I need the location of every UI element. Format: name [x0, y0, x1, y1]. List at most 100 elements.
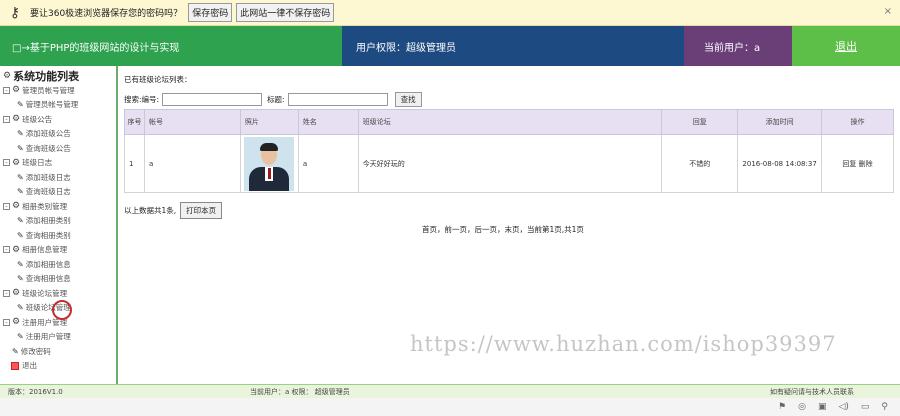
pencil-icon: ✎: [12, 346, 19, 356]
sidebar-item-label: 添加班级日志: [25, 172, 71, 182]
col-action: 操作: [821, 109, 894, 135]
gear-icon: ⚙: [3, 70, 12, 81]
sidebar-item[interactable]: ✎ 查询班级公告: [3, 141, 116, 156]
pencil-icon: ✎: [17, 259, 24, 269]
sidebar-item-label: 添加相册类别: [25, 216, 71, 226]
id-input[interactable]: [162, 93, 263, 106]
col-photo: 照片: [239, 109, 299, 135]
sidebar-item[interactable]: ✎ 添加班级日志: [3, 170, 116, 185]
system-title: □→基于PHP的班级网站的设计与实现: [0, 26, 342, 66]
never-save-button[interactable]: 此网站一律不保存密码: [236, 3, 335, 22]
gear-icon: ⚙: [12, 114, 21, 125]
table-header-row: 序号 帐号 照片 姓名 班级论坛 回复 添加时间 操作: [124, 109, 894, 135]
id-label: 编号:: [141, 95, 160, 104]
table-row: 1 a a 今天好好玩的 不错的 2016-08-08 14:08:37 回复 …: [124, 134, 894, 193]
gear-icon: ⚙: [12, 288, 21, 299]
sidebar-group-notice[interactable]: - ⚙ 班级公告: [3, 112, 116, 127]
gear-icon: ⚙: [12, 157, 21, 168]
collapse-icon[interactable]: -: [3, 115, 10, 123]
reply-link[interactable]: 回复: [842, 160, 856, 168]
pencil-icon: ✎: [17, 332, 24, 342]
sidebar-group-label: 班级公告: [22, 114, 53, 124]
col-account: 帐号: [143, 109, 241, 135]
search-button[interactable]: 查找: [394, 92, 422, 107]
pencil-icon: ✎: [17, 216, 24, 226]
pencil-icon: ✎: [17, 230, 24, 240]
sidebar-item[interactable]: ✎ 管理员帐号管理: [3, 98, 116, 113]
collapse-icon[interactable]: -: [3, 159, 10, 167]
sidebar-group-label: 管理员帐号管理: [22, 85, 75, 95]
collapse-icon[interactable]: -: [3, 86, 10, 94]
exit-icon: [11, 361, 19, 370]
sidebar-group-log[interactable]: - ⚙ 班级日志: [3, 156, 116, 171]
sidebar-item[interactable]: ✎ 添加相册类别: [3, 214, 116, 229]
version-text: 版本：2016V1.0: [8, 387, 63, 396]
sidebar-change-password[interactable]: ✎ 修改密码: [3, 344, 116, 359]
print-button[interactable]: 打印本页: [180, 202, 223, 219]
sidebar-item-label: 注册用户管理: [25, 332, 71, 342]
title-label: 标题:: [267, 95, 285, 104]
close-icon[interactable]: ×: [884, 6, 892, 17]
search-icon[interactable]: ⚲: [881, 402, 888, 412]
pagination[interactable]: 首页，前一页，后一页，末页，当前第1页,共1页: [422, 224, 584, 235]
collapse-icon[interactable]: -: [3, 246, 10, 254]
sidebar-item-label: 退出: [22, 361, 37, 371]
delete-link[interactable]: 删除: [859, 160, 873, 168]
title-input[interactable]: [287, 93, 388, 106]
sidebar-item-label: 管理员帐号管理: [25, 100, 79, 110]
col-name: 姓名: [297, 109, 359, 135]
collapse-icon[interactable]: -: [3, 289, 10, 297]
cell-seq: 1: [124, 134, 145, 193]
sidebar-item-label: 查询班级公告: [25, 143, 71, 153]
sidebar-group-album-info[interactable]: - ⚙ 相册信息管理: [3, 243, 116, 258]
sidebar: ⚙ 系统功能列表 - ⚙ 管理员帐号管理 ✎ 管理员帐号管理 - ⚙ 班级公告 ✎ 添加班级…: [0, 66, 118, 384]
contact-text: 如有疑问请与技术人员联系: [770, 387, 854, 396]
sidebar-title: ⚙ 系统功能列表: [3, 68, 116, 83]
sidebar-item[interactable]: ✎ 查询班级日志: [3, 185, 116, 200]
cell-photo: [239, 134, 299, 193]
collapse-icon[interactable]: -: [3, 318, 10, 326]
col-topic: 班级论坛: [357, 109, 663, 135]
cell-name: a: [297, 134, 359, 193]
sidebar-group-admin[interactable]: - ⚙ 管理员帐号管理: [3, 83, 116, 98]
window-icon[interactable]: ▣: [818, 402, 827, 412]
total-count: 以上数据共1条,: [124, 206, 177, 215]
flag-icon[interactable]: ⚑: [778, 402, 786, 412]
sidebar-item[interactable]: ✎ 添加相册信息: [3, 257, 116, 272]
col-time: 添加时间: [737, 109, 823, 135]
sidebar-logout[interactable]: 退出: [3, 359, 116, 374]
sidebar-item[interactable]: ✎ 查询相册类别: [3, 228, 116, 243]
sidebar-group-label: 相册类别管理: [22, 201, 68, 211]
sidebar-item[interactable]: ✎ 查询相册信息: [3, 272, 116, 287]
col-seq: 序号: [124, 109, 145, 135]
screen-icon[interactable]: ▭: [861, 402, 870, 412]
pencil-icon: ✎: [17, 172, 24, 182]
sidebar-group-label: 班级论坛管理: [22, 288, 68, 298]
footer-current-user: 当前用户：a 权限： 超级管理员: [250, 387, 350, 396]
collapse-icon[interactable]: -: [3, 202, 10, 210]
sidebar-group-forum[interactable]: - ⚙ 班级论坛管理: [3, 286, 116, 301]
col-reply: 回复: [661, 109, 739, 135]
permission-label: 用户权限：超级管理员: [342, 26, 684, 66]
pencil-icon: ✎: [17, 143, 24, 153]
sidebar-item[interactable]: ✎ 添加班级公告: [3, 127, 116, 142]
list-caption: 已有班级论坛列表：: [124, 75, 192, 84]
target-icon[interactable]: ◎: [798, 402, 806, 412]
volume-icon[interactable]: ◁): [838, 402, 848, 412]
password-save-bar: ⚷ 要让360极速浏览器保存您的密码吗？ 保存密码 此网站一律不保存密码 ×: [0, 0, 900, 26]
save-password-button[interactable]: 保存密码: [188, 3, 233, 22]
cell-reply: 不错的: [661, 134, 739, 193]
gear-icon: ⚙: [12, 244, 21, 255]
gear-icon: ⚙: [12, 317, 21, 328]
status-footer: 版本：2016V1.0 当前用户：a 权限： 超级管理员 如有疑问请与技术人员联…: [0, 384, 900, 398]
pencil-icon: ✎: [17, 187, 24, 197]
current-user-label: 当前用户：a: [684, 26, 792, 66]
logout-link[interactable]: 退出: [792, 26, 900, 66]
sidebar-group-album-type[interactable]: - ⚙ 相册类别管理: [3, 199, 116, 214]
sidebar-item[interactable]: ✎ 注册用户管理: [3, 330, 116, 345]
cell-account: a: [143, 134, 241, 193]
sidebar-item-label: 查询相册信息: [25, 274, 71, 284]
gear-icon: ⚙: [12, 85, 21, 96]
sidebar-item-label: 添加相册信息: [25, 259, 71, 269]
cell-actions: 回复 删除: [821, 134, 894, 193]
